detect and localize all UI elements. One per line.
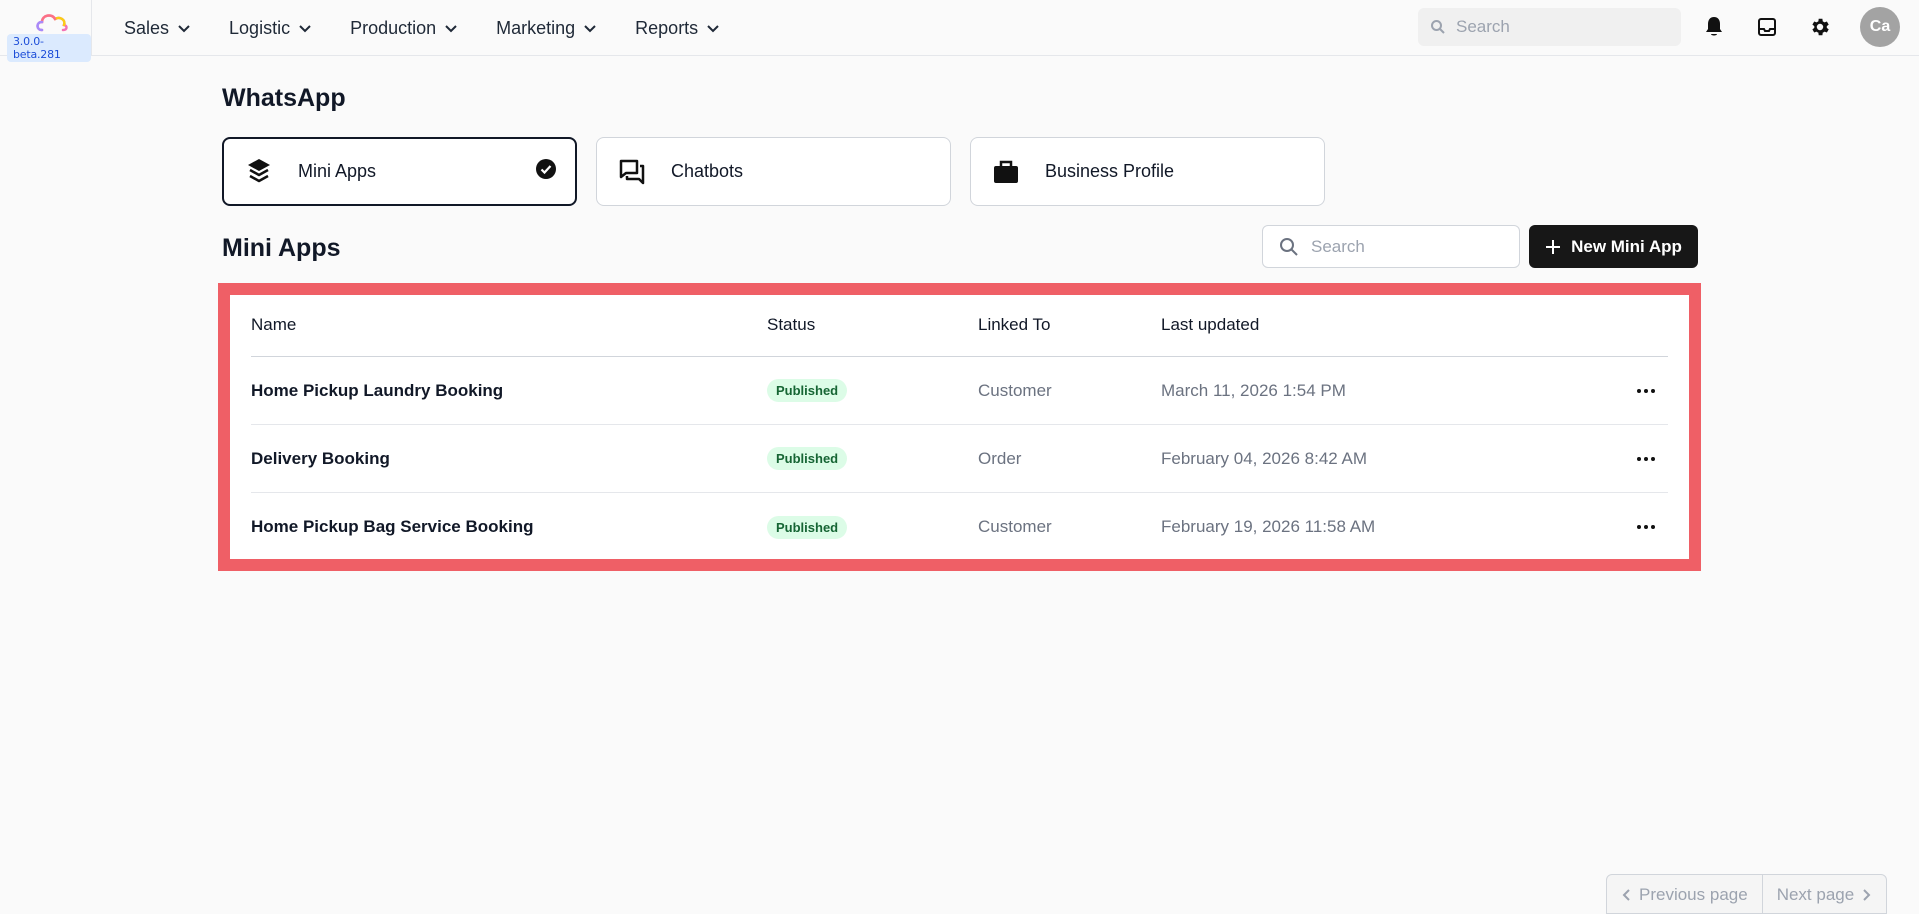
mini-apps-search[interactable]	[1262, 225, 1520, 268]
table-row[interactable]: Home Pickup Bag Service Booking Publishe…	[251, 493, 1668, 561]
user-avatar[interactable]: Ca	[1860, 7, 1900, 47]
mini-apps-table: Name Status Linked To Last updated Home …	[251, 293, 1668, 561]
top-navbar: 3.0.0-beta.281 Sales Logistic Production…	[0, 0, 1919, 62]
tab-business-profile-label: Business Profile	[1045, 161, 1175, 181]
menu-logistic-label: Logistic	[229, 17, 291, 38]
cloud-logo-icon	[36, 14, 68, 32]
pagination: Previous page Next page	[1606, 874, 1888, 914]
chevron-left-icon	[1622, 889, 1630, 901]
tab-chatbots[interactable]: Chatbots	[596, 137, 951, 206]
menu-production[interactable]: Production	[350, 18, 458, 39]
row-name[interactable]: Home Pickup Laundry Booking	[251, 381, 767, 401]
chevron-down-icon	[299, 25, 311, 33]
menu-sales-label: Sales	[124, 17, 170, 38]
column-header-linked-to[interactable]: Linked To	[978, 315, 1161, 335]
section-title: Mini Apps	[222, 234, 341, 262]
search-icon	[1280, 237, 1298, 256]
table-header: Name Status Linked To Last updated	[251, 293, 1668, 357]
global-search[interactable]	[1418, 8, 1681, 46]
menu-marketing-label: Marketing	[496, 17, 576, 38]
row-name[interactable]: Delivery Booking	[251, 449, 767, 469]
column-header-name[interactable]: Name	[251, 315, 767, 335]
menu-reports[interactable]: Reports	[635, 18, 720, 39]
row-linked-to: Order	[978, 448, 1022, 468]
chevron-right-icon	[1863, 889, 1871, 901]
menu-reports-label: Reports	[635, 17, 699, 38]
logo-area[interactable]: 3.0.0-beta.281	[0, 0, 92, 62]
menu-logistic[interactable]: Logistic	[229, 18, 312, 39]
menu-production-label: Production	[350, 17, 437, 38]
next-page-button[interactable]: Next page	[1761, 875, 1887, 914]
status-badge: Published	[767, 447, 848, 470]
check-circle-icon	[535, 158, 557, 185]
status-badge: Published	[767, 379, 848, 402]
bell-icon[interactable]	[1701, 14, 1727, 40]
status-badge: Published	[767, 515, 848, 539]
next-page-label: Next page	[1776, 885, 1855, 904]
tab-mini-apps-label: Mini Apps	[298, 161, 377, 181]
inbox-icon[interactable]	[1754, 14, 1780, 40]
menu-sales[interactable]: Sales	[124, 18, 191, 39]
previous-page-button[interactable]: Previous page	[1607, 875, 1762, 914]
previous-page-label: Previous page	[1639, 885, 1748, 904]
chevron-down-icon	[445, 25, 457, 33]
more-horizontal-icon[interactable]	[1634, 517, 1658, 537]
column-header-status[interactable]: Status	[767, 315, 978, 335]
chevron-down-icon	[707, 25, 719, 33]
menu-marketing[interactable]: Marketing	[496, 18, 597, 39]
new-mini-app-button[interactable]: New Mini App	[1529, 225, 1698, 268]
table-row[interactable]: Delivery Booking Published Order Februar…	[251, 425, 1668, 493]
row-last-updated: March 11, 2026 1:54 PM	[1161, 380, 1346, 400]
search-icon	[1431, 20, 1445, 34]
table-row[interactable]: Home Pickup Laundry Booking Published Cu…	[251, 357, 1668, 425]
chat-bubbles-icon	[617, 157, 647, 187]
briefcase-icon	[991, 157, 1021, 187]
main-menu: Sales Logistic Production Marketing Repo…	[124, 0, 758, 56]
row-name[interactable]: Home Pickup Bag Service Booking	[251, 517, 767, 537]
more-horizontal-icon[interactable]	[1634, 449, 1658, 469]
page-title: WhatsApp	[222, 84, 346, 112]
gear-icon[interactable]	[1807, 14, 1833, 40]
row-last-updated: February 04, 2026 8:42 AM	[1161, 448, 1368, 468]
mini-apps-search-input[interactable]	[1311, 236, 1501, 257]
row-linked-to: Customer	[978, 517, 1052, 536]
new-mini-app-label: New Mini App	[1571, 236, 1682, 256]
layers-icon	[244, 157, 274, 187]
more-horizontal-icon[interactable]	[1634, 381, 1658, 401]
chevron-down-icon	[584, 25, 596, 33]
plus-icon	[1546, 239, 1561, 254]
global-search-input[interactable]	[1456, 17, 1656, 37]
version-badge: 3.0.0-beta.281	[7, 34, 91, 62]
row-last-updated: February 19, 2026 11:58 AM	[1161, 517, 1376, 536]
tab-business-profile[interactable]: Business Profile	[970, 137, 1325, 206]
tab-chatbots-label: Chatbots	[671, 161, 744, 181]
chevron-down-icon	[178, 25, 190, 33]
row-linked-to: Customer	[978, 380, 1052, 400]
tab-mini-apps[interactable]: Mini Apps	[222, 137, 577, 206]
column-header-last-updated[interactable]: Last updated	[1161, 315, 1601, 335]
